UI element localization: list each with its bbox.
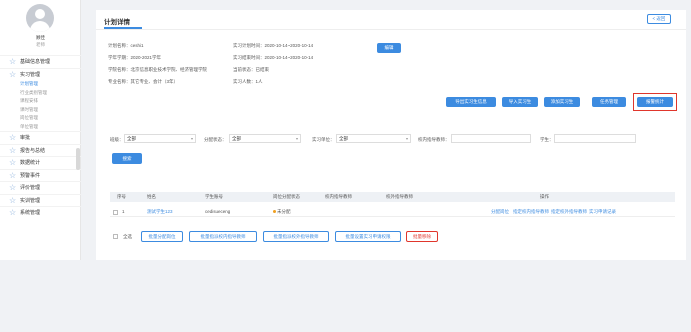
th-index: 序号	[117, 194, 126, 199]
batch-permission-button[interactable]: 批量设置实习申请权限	[335, 231, 401, 242]
highlight-box	[633, 93, 677, 111]
sidebar-subitem-plan[interactable]: 计划管理	[0, 80, 81, 89]
sidebar-item-label: 审批	[20, 135, 31, 141]
sidebar-item-warning[interactable]: ☆ 预警事件	[0, 168, 81, 182]
sidebar-subitem-position[interactable]: 岗位管理	[0, 114, 81, 123]
sidebar-subitem-course[interactable]: 课程安排	[0, 97, 81, 106]
intern-count: 实习人数：1人	[233, 79, 263, 84]
sidebar-item-training[interactable]: ☆ 实训管理	[0, 193, 81, 207]
class-filter-label: 班级：	[110, 137, 124, 142]
user-role: 老师	[36, 42, 45, 47]
chevron-down-icon: ▾	[405, 136, 408, 141]
divider	[96, 29, 686, 30]
assign-status-select[interactable]: 全部 ▾	[229, 134, 301, 143]
task-management-button[interactable]: 任务管理	[592, 97, 626, 107]
sidebar: 顾佳 老师 ☆ 基础信息管理 ☆ 实习管理 计划管理 行业类别管理 课程安排 课…	[0, 0, 81, 260]
select-all-checkbox[interactable]	[113, 234, 118, 239]
user-name: 顾佳	[36, 35, 45, 40]
star-icon: ☆	[9, 208, 17, 217]
sidebar-item-evaluation[interactable]: ☆ 评价管理	[0, 181, 81, 194]
sidebar-item-label: 数据统计	[20, 160, 41, 166]
th-status: 岗位分配状态	[273, 194, 300, 199]
export-interns-button[interactable]: 导出实习生信息	[446, 97, 496, 107]
sidebar-item-label: 基础信息管理	[20, 59, 51, 65]
plan-time: 实习计划时间：2020-10-14~2020-10-14	[233, 43, 314, 48]
batch-inner-teacher-button[interactable]: 批量指派校内指导教师	[189, 231, 257, 242]
plan-name: 计划名称：ceshi1	[108, 43, 144, 48]
th-operations: 操作	[540, 194, 549, 199]
assign-filter-label: 分配状态：	[204, 137, 227, 142]
sidebar-subitem-hours[interactable]: 课时管理	[0, 106, 81, 115]
sidebar-subitem-industry[interactable]: 行业类别管理	[0, 89, 81, 98]
sidebar-item-label: 实训管理	[20, 197, 41, 204]
select-all-label: 全选	[123, 234, 132, 239]
sidebar-item-label: 预警事件	[20, 172, 41, 179]
major-name: 专业名称：其它专业、会计（3年）	[108, 79, 179, 84]
sidebar-item-internship[interactable]: ☆ 实习管理	[0, 67, 81, 81]
class-select[interactable]: 全部 ▾	[124, 134, 196, 143]
sidebar-item-basic-info[interactable]: ☆ 基础信息管理	[0, 55, 81, 68]
unit-filter-label: 实习单位：	[312, 137, 335, 142]
th-name: 姓名	[147, 194, 156, 199]
op-assign-inner-teacher[interactable]: 指定校内指导教师	[513, 207, 549, 217]
teacher-input[interactable]	[451, 134, 531, 143]
unit-select[interactable]: 全部 ▾	[336, 134, 411, 143]
op-application-records[interactable]: 实习申请记录	[589, 207, 616, 217]
avatar[interactable]	[26, 4, 54, 32]
op-assign-outer-teacher[interactable]: 指定校外指导教师	[551, 207, 587, 217]
cell-status: 未分配	[273, 207, 291, 217]
semester: 学年学期：2020-2021学年	[108, 55, 162, 60]
th-account: 学生账号	[205, 194, 223, 199]
unit-select-value: 全部	[339, 136, 348, 141]
cell-status-text: 未分配	[277, 209, 291, 214]
status-dot-icon	[273, 210, 276, 214]
cell-account: cedisueceng	[205, 209, 231, 214]
star-icon: ☆	[9, 69, 17, 79]
chevron-down-icon: ▾	[190, 136, 193, 141]
sidebar-item-stats[interactable]: ☆ 数据统计	[0, 156, 81, 169]
add-intern-button[interactable]: 添加实习生	[544, 97, 580, 107]
sidebar-item-label: 评价管理	[20, 185, 41, 191]
sidebar-nav: ☆ 基础信息管理 ☆ 实习管理 计划管理 行业类别管理 课程安排 课时管理 岗位…	[0, 55, 81, 219]
cell-index: 1	[122, 209, 125, 214]
op-assign-position[interactable]: 分配岗位	[491, 207, 509, 217]
import-interns-button[interactable]: 导入实习生	[502, 97, 538, 107]
sidebar-item-label: 实习管理	[20, 71, 41, 78]
sidebar-item-report[interactable]: ☆ 报告与总结	[0, 143, 81, 157]
table-row: 1 测试学生123 cedisueceng 未分配 分配岗位 指定校内指导教师 …	[110, 207, 675, 217]
row-checkbox[interactable]	[113, 209, 118, 215]
sidebar-item-label: 报告与总结	[20, 147, 46, 154]
plan-status: 当前状态：已结束	[233, 67, 269, 72]
cell-name[interactable]: 测试学生123	[147, 207, 173, 217]
batch-outer-teacher-button[interactable]: 批量指派校外指导教师	[263, 231, 329, 242]
back-button[interactable]: < 返回	[647, 14, 671, 24]
teacher-filter-label: 校内指导教师：	[418, 137, 450, 142]
main-panel: 计划详情 < 返回 计划名称：ceshi1 学年学期：2020-2021学年 学…	[96, 10, 686, 260]
sidebar-item-approval[interactable]: ☆ 审批	[0, 131, 81, 144]
student-input[interactable]	[554, 134, 636, 143]
actual-time: 实习结束时间：2020-10-14~2020-10-14	[233, 55, 314, 60]
chevron-down-icon: ▾	[295, 136, 298, 141]
table-header: 序号 姓名 学生账号 岗位分配状态 校内指导教师 校外指导教师 操作	[110, 192, 675, 202]
th-inner-teacher: 校内指导教师	[325, 194, 352, 199]
batch-remove-button[interactable]: 批量移除	[406, 231, 438, 242]
sidebar-item-system[interactable]: ☆ 系统管理	[0, 206, 81, 219]
batch-assign-position-button[interactable]: 批量分配岗位	[141, 231, 183, 242]
sidebar-scrollbar[interactable]	[76, 148, 80, 170]
sidebar-item-label: 系统管理	[20, 210, 41, 216]
edit-button[interactable]: 编辑	[377, 43, 401, 53]
sidebar-subitem-unit[interactable]: 单位管理	[0, 123, 81, 132]
page-title: 计划详情	[104, 19, 130, 26]
search-button[interactable]: 搜索	[112, 153, 142, 164]
th-outer-teacher: 校外指导教师	[386, 194, 413, 199]
student-filter-label: 学生：	[540, 137, 554, 142]
assign-select-value: 全部	[232, 136, 241, 141]
class-select-value: 全部	[127, 136, 136, 141]
school-name: 学院名称：北京信息职业技术学院、经济管理学院	[108, 67, 207, 72]
